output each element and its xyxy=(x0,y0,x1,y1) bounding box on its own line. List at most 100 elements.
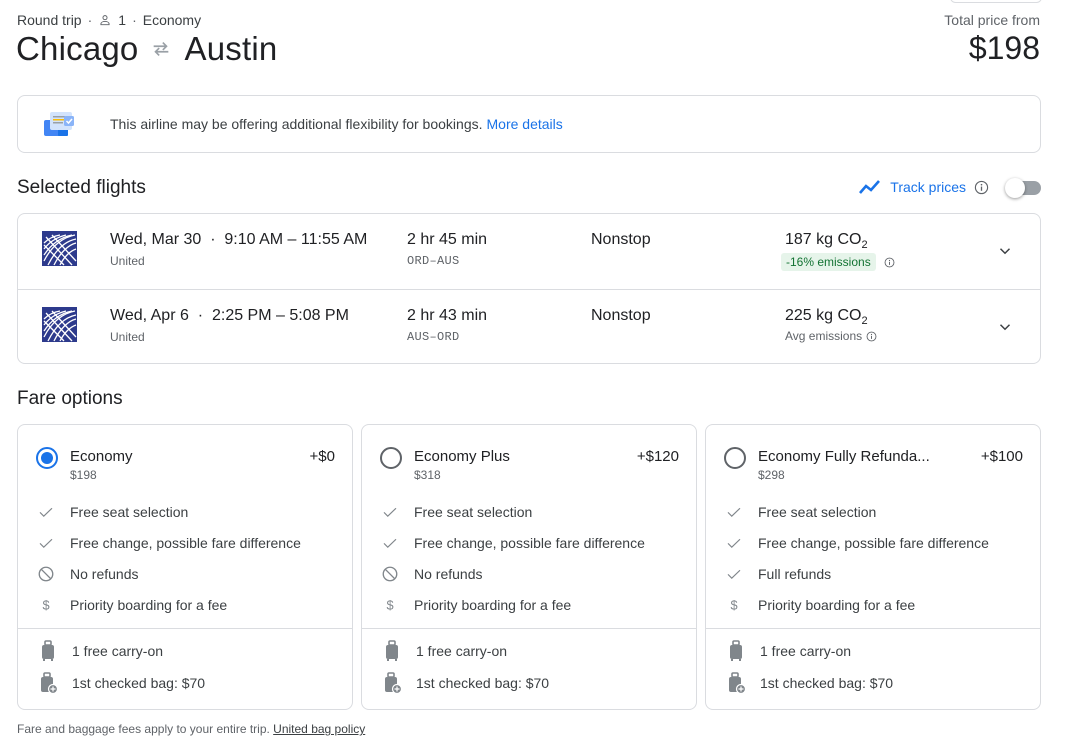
airline-name: United xyxy=(110,254,145,268)
flight-duration: 2 hr 45 min xyxy=(407,231,488,248)
checked-bag-icon xyxy=(726,672,760,694)
emissions-badge: -16% emissions xyxy=(781,253,876,271)
fare-feature-text: Free seat selection xyxy=(758,504,877,520)
carry-on-bag-icon xyxy=(726,640,760,662)
fare-feature: $ Priority boarding for a fee xyxy=(724,595,915,615)
swap-arrows-icon xyxy=(154,41,169,57)
track-prices-label[interactable]: Track prices xyxy=(890,179,966,195)
fare-price-difference: +$100 xyxy=(980,448,1023,465)
fare-feature: Full refunds xyxy=(724,564,831,584)
fare-feature: Free seat selection xyxy=(380,502,532,522)
flight-stops: Nonstop xyxy=(591,231,651,248)
bag-policy-link[interactable]: United bag policy xyxy=(273,722,365,736)
baggage-item: 1st checked bag: $70 xyxy=(38,672,205,694)
flight-date: Wed, Mar 30 xyxy=(110,231,202,248)
fare-feature-text: Full refunds xyxy=(758,566,832,582)
track-prices-control[interactable]: Track prices xyxy=(858,177,1041,198)
fare-feature: $ Priority boarding for a fee xyxy=(36,595,227,615)
fare-feature: No refunds xyxy=(380,564,482,584)
flight-stops: Nonstop xyxy=(591,307,651,324)
fare-feature: Free change, possible fare difference xyxy=(380,533,645,553)
baggage-text: 1 free carry-on xyxy=(72,643,164,659)
info-icon[interactable] xyxy=(974,180,989,195)
fare-card[interactable]: Economy $198 +$0 Free seat selection Free … xyxy=(17,424,353,710)
dollar-icon: $ xyxy=(36,595,56,615)
fare-card[interactable]: Economy Fully Refunda... $298 +$100 Free … xyxy=(705,424,1041,710)
fare-feature: Free change, possible fare difference xyxy=(36,533,301,553)
baggage-text: 1st checked bag: $70 xyxy=(760,675,894,691)
total-price-label: Total price from xyxy=(944,12,1040,28)
flight-time-range: 9:10 AM – 11:55 AM xyxy=(224,231,368,248)
flight-times: Wed, Mar 30 · 9:10 AM – 11:55 AM xyxy=(110,231,368,248)
flight-row-outbound[interactable]: Wed, Mar 30 · 9:10 AM – 11:55 AM United … xyxy=(18,214,1040,289)
trip-type: Round trip xyxy=(17,12,82,28)
cabin-class: Economy xyxy=(142,12,202,28)
destination-city: Austin xyxy=(184,30,278,67)
co2-subscript: 2 xyxy=(861,239,868,252)
top-button-edge[interactable] xyxy=(950,0,1042,3)
fare-feature: Free seat selection xyxy=(724,502,876,522)
fare-price-difference: +$0 xyxy=(309,448,335,465)
baggage-item: 1 free carry-on xyxy=(382,640,507,662)
fare-price: $318 xyxy=(414,468,441,482)
fare-name: Economy Plus xyxy=(414,448,510,465)
flight-row-return[interactable]: Wed, Apr 6 · 2:25 PM – 5:08 PM United 2 … xyxy=(18,289,1040,364)
fare-options-heading: Fare options xyxy=(17,388,123,409)
fare-feature-text: Free change, possible fare difference xyxy=(414,535,645,551)
divider xyxy=(706,628,1040,629)
toggle-knob xyxy=(1005,178,1025,198)
co2-value: 225 kg CO xyxy=(785,307,862,324)
airline-name: United xyxy=(110,330,145,344)
divider xyxy=(362,628,696,629)
fare-radio-button[interactable] xyxy=(724,447,746,469)
check-icon xyxy=(36,533,56,553)
flight-time-range: 2:25 PM – 5:08 PM xyxy=(211,307,349,324)
fare-feature-text: Priority boarding for a fee xyxy=(414,597,572,613)
no-entry-icon xyxy=(36,564,56,584)
selected-flights-heading: Selected flights xyxy=(17,177,146,198)
svg-text:$: $ xyxy=(42,598,49,613)
check-icon xyxy=(724,564,744,584)
check-icon xyxy=(724,502,744,522)
chevron-down-icon[interactable] xyxy=(996,318,1014,336)
co2-amount: 187 kg CO2 xyxy=(785,231,868,251)
fare-feature: Free seat selection xyxy=(36,502,188,522)
passenger-count: 1 xyxy=(118,12,127,28)
checked-bag-icon xyxy=(382,672,416,694)
more-details-link[interactable]: More details xyxy=(487,116,563,132)
dollar-icon: $ xyxy=(724,595,744,615)
fare-feature-text: Priority boarding for a fee xyxy=(758,597,916,613)
baggage-text: 1st checked bag: $70 xyxy=(72,675,206,691)
flight-date: Wed, Apr 6 xyxy=(110,307,189,324)
footer-text: Fare and baggage fees apply to your enti… xyxy=(17,722,270,736)
fare-radio-button[interactable] xyxy=(380,447,402,469)
fare-feature: Free change, possible fare difference xyxy=(724,533,989,553)
checked-bag-icon xyxy=(38,672,72,694)
co2-value: 187 kg CO xyxy=(785,231,862,248)
flight-duration: 2 hr 43 min xyxy=(407,307,488,324)
route-title: Chicago Austin xyxy=(16,30,277,68)
fare-feature-text: No refunds xyxy=(414,566,483,582)
co2-subscript: 2 xyxy=(861,315,868,328)
info-icon[interactable] xyxy=(884,257,895,268)
fare-footer: Fare and baggage fees apply to your enti… xyxy=(17,722,365,736)
fare-radio-button[interactable] xyxy=(36,447,58,469)
check-icon xyxy=(36,502,56,522)
chevron-down-icon[interactable] xyxy=(996,242,1014,260)
banner-text: This airline may be offering additional … xyxy=(110,116,563,132)
banner-message: This airline may be offering additional … xyxy=(110,116,483,132)
info-icon[interactable] xyxy=(866,331,877,342)
fare-price-difference: +$120 xyxy=(636,448,679,465)
baggage-item: 1 free carry-on xyxy=(38,640,163,662)
flexible-booking-icon xyxy=(44,112,74,136)
fare-card[interactable]: Economy Plus $318 +$120 Free seat selecti… xyxy=(361,424,697,710)
origin-city: Chicago xyxy=(16,30,139,67)
no-entry-icon xyxy=(380,564,400,584)
carry-on-bag-icon xyxy=(382,640,416,662)
baggage-text: 1 free carry-on xyxy=(416,643,508,659)
svg-text:$: $ xyxy=(730,598,737,613)
check-icon xyxy=(380,533,400,553)
separator-dot: · xyxy=(132,12,137,28)
track-prices-toggle[interactable] xyxy=(1005,177,1041,198)
trip-summary: Round trip · 1 · Economy xyxy=(17,12,201,28)
